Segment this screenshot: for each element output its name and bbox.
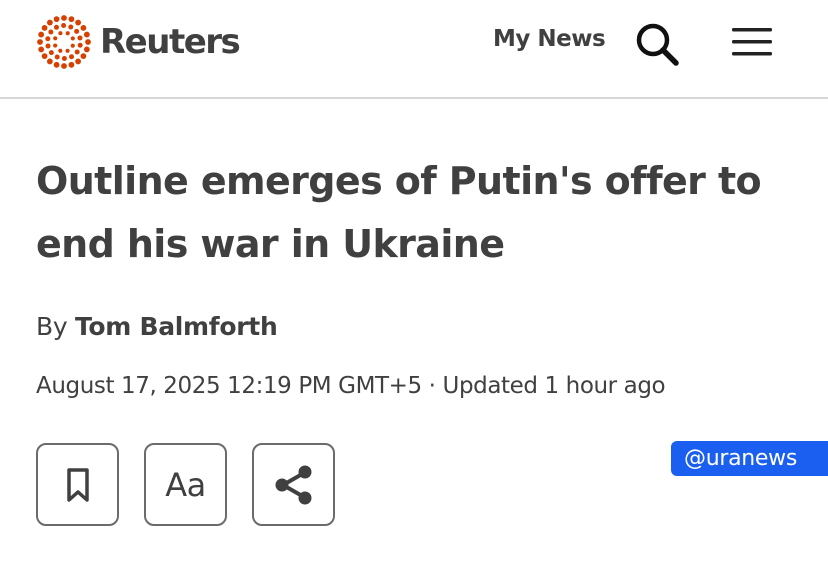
logo-dot [68, 24, 74, 30]
logo-dot [45, 36, 51, 42]
logo-dot [83, 46, 90, 53]
logo-dot [48, 29, 54, 35]
logo-dot [61, 23, 67, 28]
text-size-button[interactable]: Aa [144, 443, 227, 526]
search-button[interactable] [633, 20, 681, 68]
share-button[interactable] [252, 443, 335, 526]
my-news-link[interactable]: My News [493, 26, 606, 52]
site-header: Reuters My News [0, 0, 828, 99]
logo-dot [46, 19, 53, 26]
logo-dot [53, 24, 59, 30]
search-icon [636, 23, 679, 66]
logo-dot [85, 39, 91, 45]
logo-dot [38, 46, 45, 53]
logo-dot [53, 61, 60, 68]
bookmark-icon [66, 467, 89, 502]
logo-dot [80, 53, 87, 60]
logo-dot [83, 31, 90, 38]
logo-dot [37, 39, 43, 45]
logo-dot [75, 58, 82, 65]
hamburger-menu-icon [732, 28, 772, 56]
logo-dot [70, 36, 75, 41]
logo-dot [68, 16, 75, 23]
logo-dot [38, 31, 45, 38]
logo-dot [53, 36, 58, 41]
brand-name: Reuters [100, 22, 241, 62]
reuters-logo[interactable]: Reuters [36, 14, 241, 70]
logo-dot [58, 48, 63, 53]
logo-dot [46, 58, 53, 65]
logo-dot [48, 50, 54, 56]
logo-dot [61, 63, 67, 69]
reuters-logo-icon [37, 15, 91, 69]
logo-dot [53, 16, 60, 23]
logo-dot [65, 31, 70, 36]
logo-dot [75, 19, 82, 26]
logo-dot [70, 43, 75, 48]
logo-dot [80, 24, 87, 31]
bookmark-button[interactable] [36, 443, 119, 526]
logo-dot [61, 15, 67, 21]
watermark-badge: @uranews [671, 441, 828, 476]
logo-dot [65, 48, 70, 53]
logo-dot [77, 42, 83, 48]
logo-dot [69, 54, 75, 60]
logo-dot [54, 54, 60, 60]
byline-prefix: By [36, 312, 75, 341]
byline: By Tom Balmforth [36, 312, 278, 341]
logo-dot [41, 53, 48, 60]
logo-dot [74, 28, 80, 34]
page: Reuters My News Outline emerges of Putin… [0, 0, 828, 564]
logo-dot [53, 43, 58, 48]
menu-button[interactable] [730, 24, 774, 60]
logo-dot [74, 49, 80, 55]
text-size-label: Aa [165, 465, 206, 504]
share-icon [275, 465, 311, 504]
logo-dot [61, 56, 67, 61]
dateline: August 17, 2025 12:19 PM GMT+5 · Updated… [36, 373, 666, 399]
logo-dot [58, 31, 63, 36]
logo-dot [41, 24, 48, 31]
author-link[interactable]: Tom Balmforth [75, 312, 278, 341]
article-headline: Outline emerges of Putin's offer to end … [36, 159, 762, 266]
logo-dot [68, 61, 75, 68]
logo-dot [45, 43, 51, 49]
logo-dot [77, 35, 83, 41]
